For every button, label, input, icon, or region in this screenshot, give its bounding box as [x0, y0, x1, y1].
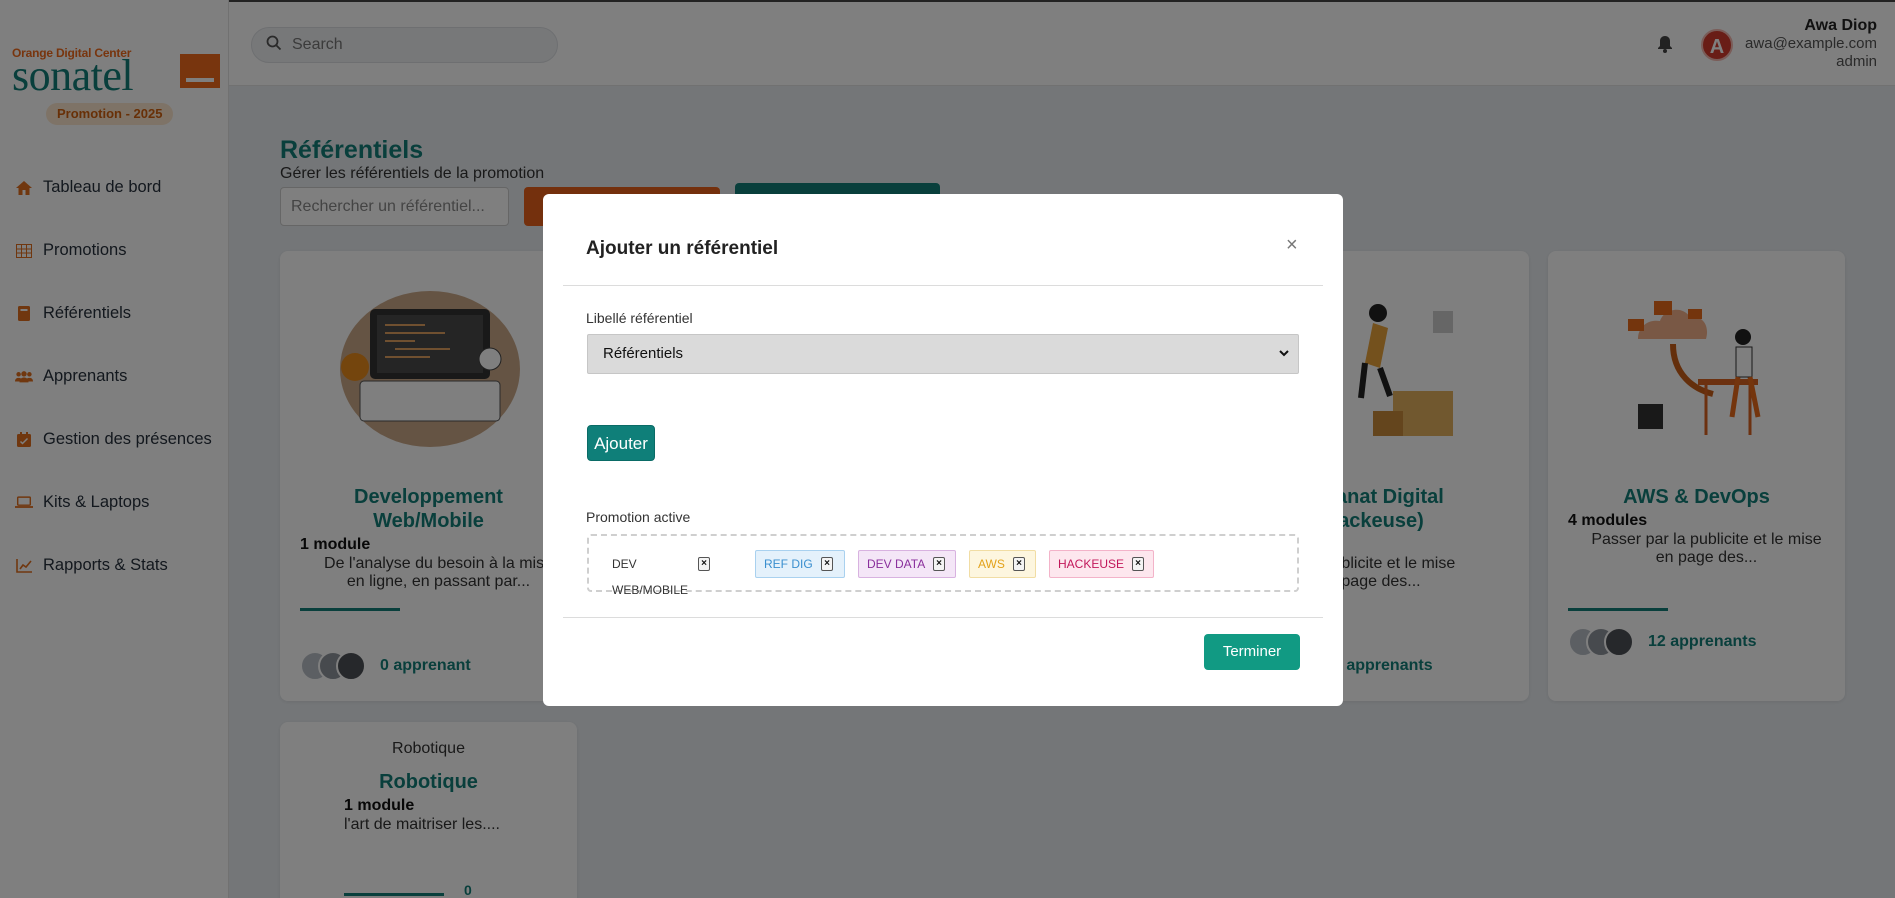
tag-hackeuse: HACKEUSE × [1049, 550, 1154, 578]
tag-ref-dig: REF DIG × [755, 550, 845, 578]
tag-label: DEV DATA [867, 557, 926, 571]
remove-tag-icon[interactable]: × [698, 557, 710, 571]
remove-tag-icon[interactable]: × [933, 557, 945, 571]
field-label: Libellé référentiel [586, 310, 693, 326]
referentiel-select[interactable]: Référentiels [587, 334, 1299, 374]
tag-dev-web-mobile: DEV WEB/MOBILE × [603, 550, 713, 597]
tag-aws: AWS × [969, 550, 1036, 578]
remove-tag-icon[interactable]: × [821, 557, 833, 571]
done-button[interactable]: Terminer [1204, 634, 1300, 670]
modal-title: Ajouter un référentiel [586, 238, 779, 259]
remove-tag-icon[interactable]: × [1013, 557, 1025, 571]
divider [563, 617, 1323, 618]
tag-label: AWS [978, 557, 1005, 571]
active-referentiels-dropzone[interactable]: DEV WEB/MOBILE × REF DIG × DEV DATA × AW… [587, 534, 1299, 597]
tag-dev-data: DEV DATA × [858, 550, 956, 578]
divider [563, 285, 1323, 286]
active-promotion-label: Promotion active [586, 509, 691, 525]
tag-label: HACKEUSE [1058, 557, 1125, 571]
remove-tag-icon[interactable]: × [1132, 557, 1144, 571]
select-value: Référentiels [603, 345, 684, 362]
tag-label: REF DIG [764, 557, 813, 571]
close-icon[interactable]: × [1286, 234, 1298, 257]
add-referentiel-modal: Ajouter un référentiel × Libellé référen… [543, 194, 1343, 706]
tag-label: DEV WEB/MOBILE [612, 557, 689, 597]
chevron-down-icon [1279, 335, 1289, 388]
add-button[interactable]: Ajouter [587, 425, 655, 461]
